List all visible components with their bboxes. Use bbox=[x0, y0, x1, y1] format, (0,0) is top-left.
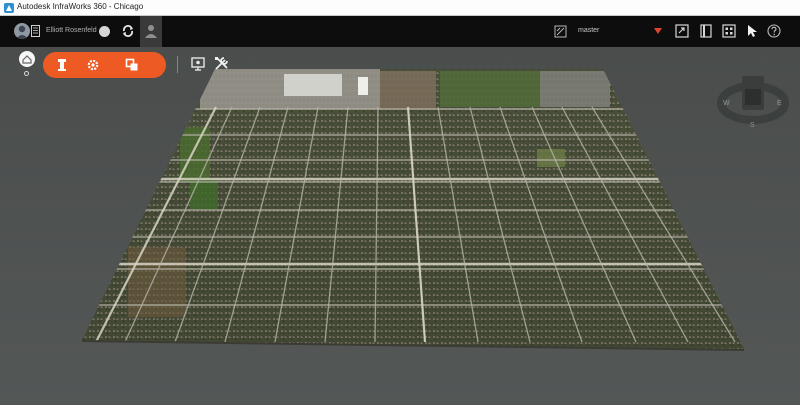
user-name[interactable]: Elliott Rosenfeld bbox=[46, 27, 97, 34]
person-silhouette-icon bbox=[145, 25, 157, 38]
home-icon bbox=[22, 55, 32, 64]
settings-gear-icon[interactable] bbox=[86, 58, 100, 72]
compass-navigation[interactable]: W E S bbox=[716, 73, 790, 133]
book-icon[interactable] bbox=[699, 24, 713, 38]
build-manage-analyze-icon[interactable] bbox=[55, 58, 69, 72]
tools-icon[interactable] bbox=[213, 55, 230, 72]
user-icon[interactable] bbox=[140, 16, 162, 47]
application-window: Autodesk InfraWorks 360 - Chicago Elliot… bbox=[0, 0, 800, 405]
toolbar-separator bbox=[177, 56, 178, 73]
help-icon[interactable] bbox=[767, 24, 781, 38]
top-toolbar: Elliott Rosenfeld master bbox=[0, 16, 800, 47]
grid-icon[interactable] bbox=[722, 24, 736, 38]
ribbon-pill bbox=[43, 52, 166, 78]
compass-west-label: W bbox=[723, 100, 730, 107]
status-dot-icon[interactable] bbox=[99, 26, 110, 37]
avatar[interactable] bbox=[14, 23, 30, 39]
window-title: Autodesk InfraWorks 360 - Chicago bbox=[17, 2, 144, 11]
avatar-person-icon bbox=[16, 25, 28, 39]
home-indicator-icon[interactable] bbox=[24, 71, 29, 76]
dropdown-arrow-icon[interactable] bbox=[654, 28, 662, 34]
cursor-icon[interactable] bbox=[745, 24, 759, 38]
home-button[interactable] bbox=[19, 51, 35, 67]
document-icon[interactable] bbox=[31, 25, 40, 37]
sync-icon[interactable] bbox=[121, 24, 135, 38]
proposal-icon[interactable] bbox=[554, 25, 567, 38]
city-model-terrain[interactable] bbox=[0, 47, 800, 405]
share-icon[interactable] bbox=[675, 24, 689, 38]
layers-icon[interactable] bbox=[125, 58, 139, 72]
app-icon bbox=[4, 3, 14, 13]
proposal-name[interactable]: master bbox=[578, 27, 599, 34]
compass-south-label: S bbox=[750, 122, 755, 129]
compass-east-label: E bbox=[777, 100, 782, 107]
3d-viewport[interactable]: W E S bbox=[0, 47, 800, 405]
title-bar: Autodesk InfraWorks 360 - Chicago bbox=[0, 0, 800, 16]
presentation-icon[interactable] bbox=[190, 56, 206, 72]
